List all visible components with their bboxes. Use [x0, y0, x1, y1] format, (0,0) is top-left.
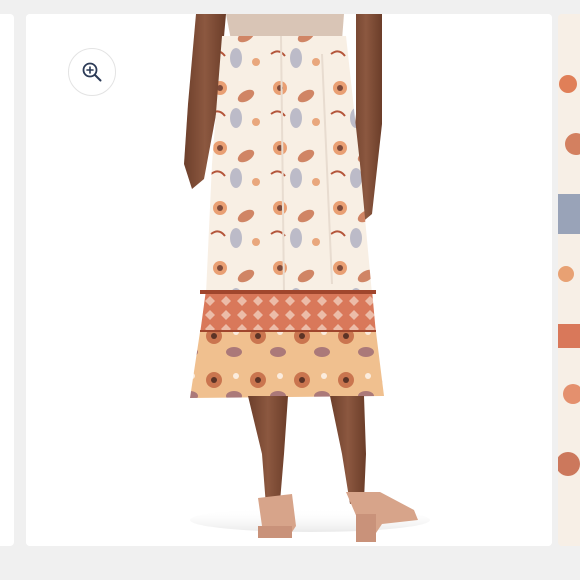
gallery-footer [0, 552, 580, 580]
next-slide-edge[interactable] [558, 14, 580, 546]
previous-slide-edge[interactable] [0, 14, 14, 546]
product-photo [26, 14, 552, 546]
zoom-in-icon [82, 62, 102, 82]
main-product-image[interactable] [26, 14, 552, 546]
zoom-button[interactable] [68, 48, 116, 96]
image-gallery [0, 0, 580, 580]
next-slide-preview [558, 14, 580, 546]
